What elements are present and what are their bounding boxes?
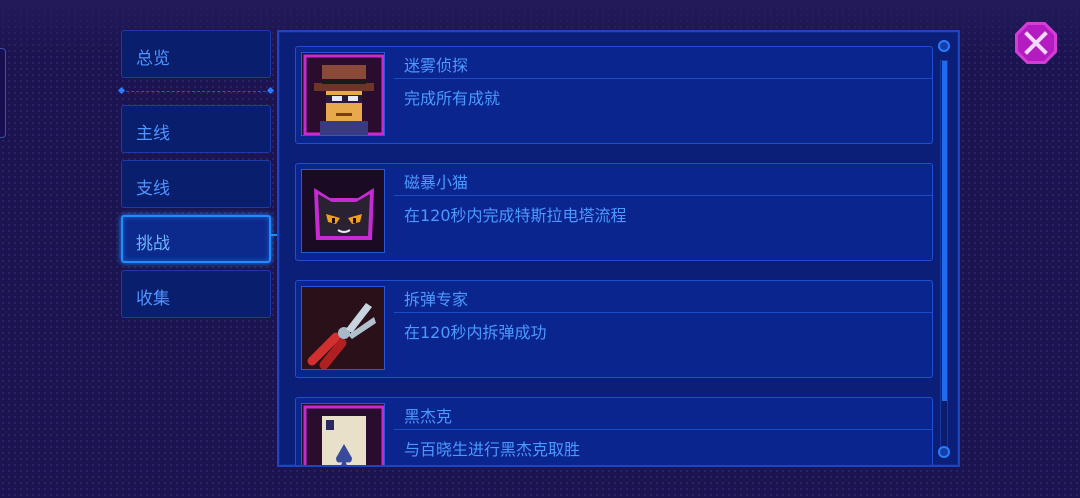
nav-item-label: 支线 — [136, 179, 170, 199]
nav-item-label: 总览 — [136, 49, 170, 69]
achievement-description: 与百晓生进行黑杰克取胜 — [404, 440, 581, 459]
nav-item-label: 主线 — [136, 124, 170, 144]
nav-item-label: 收集 — [136, 289, 170, 309]
achievement-card[interactable]: 磁暴小猫 在120秒内完成特斯拉电塔流程 — [295, 163, 933, 261]
achievement-title: 磁暴小猫 — [404, 173, 469, 192]
achievement-card[interactable]: 黑杰克 与百晓生进行黑杰克取胜 — [295, 397, 933, 465]
scrollbar-thumb[interactable] — [942, 61, 947, 401]
achievement-title: 拆弹专家 — [404, 290, 469, 309]
nav-item-overview[interactable]: 总览 — [121, 30, 271, 78]
achievement-title: 迷雾侦探 — [404, 56, 469, 75]
scrollbar-bottom-cap — [938, 446, 950, 458]
nav-divider — [121, 91, 271, 93]
scrollbar-top-cap — [938, 40, 950, 52]
achievement-title: 黑杰克 — [404, 407, 453, 426]
card-divider — [394, 429, 932, 430]
detective-icon — [301, 52, 385, 136]
close-button[interactable] — [1015, 22, 1057, 64]
achievement-card[interactable]: 迷雾侦探 完成所有成就 — [295, 46, 933, 144]
achievement-panel[interactable]: 迷雾侦探 完成所有成就 磁暴小猫 在120秒内完成特斯拉电塔流程 拆弹专家 在1… — [277, 30, 960, 467]
nav-item-side[interactable]: 支线 — [121, 160, 271, 208]
card-divider — [394, 195, 932, 196]
achievement-card[interactable]: 拆弹专家 在120秒内拆弹成功 — [295, 280, 933, 378]
close-icon — [1024, 31, 1048, 55]
card-divider — [394, 78, 932, 79]
jack-spades-card-icon — [301, 403, 385, 465]
card-divider — [394, 312, 932, 313]
scrollbar[interactable] — [940, 60, 948, 452]
nav-item-challenge[interactable]: 挑战 — [121, 215, 271, 263]
achievement-description: 在120秒内完成特斯拉电塔流程 — [404, 206, 627, 225]
side-drawer-handle[interactable] — [0, 48, 6, 138]
nav-item-main[interactable]: 主线 — [121, 105, 271, 153]
nav-item-collection[interactable]: 收集 — [121, 270, 271, 318]
pliers-icon — [301, 286, 385, 370]
achievement-description: 在120秒内拆弹成功 — [404, 323, 547, 342]
nav-item-label: 挑战 — [136, 234, 170, 254]
black-cat-icon — [301, 169, 385, 253]
achievement-description: 完成所有成就 — [404, 89, 501, 108]
